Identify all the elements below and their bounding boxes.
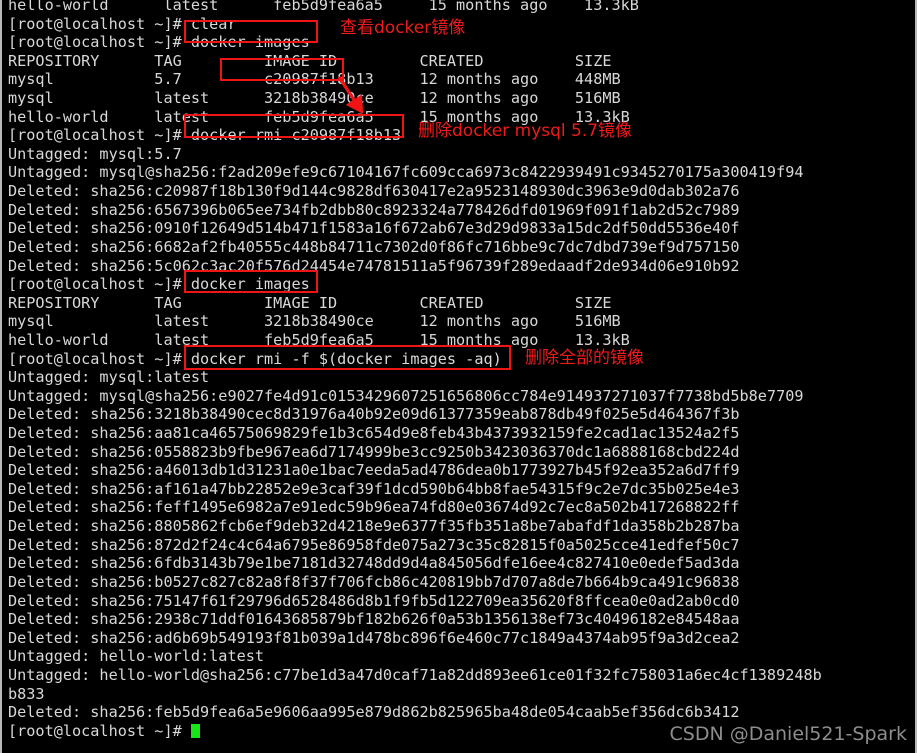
terminal-line: Deleted: sha256:5c062c3ac20f576d24454e74… — [8, 256, 740, 275]
terminal-line: Untagged: mysql:5.7 — [8, 144, 182, 163]
terminal-line: Untagged: hello-world:latest — [8, 647, 265, 666]
terminal-line: Deleted: sha256:b0527c827c82a8f8f37f706f… — [8, 572, 740, 591]
terminal-line: hello-world latest feb5d9fea6a5 15 month… — [8, 0, 639, 14]
terminal-line: Deleted: sha256:872d2f24c4c64a6795e86958… — [8, 535, 740, 554]
terminal-line: Deleted: sha256:75147f61f29796d6528486d8… — [8, 591, 740, 610]
terminal-line: Deleted: sha256:6fdb3143b79e1be7181d3274… — [8, 554, 740, 573]
terminal-line: Deleted: sha256:c20987f18b130f9d144c9828… — [8, 182, 740, 201]
terminal-line: Deleted: sha256:af161a47bb22852e9e3caf39… — [8, 479, 740, 498]
terminal-line: mysql latest 3218b38490ce 12 months ago … — [8, 312, 621, 331]
pointer-arrow-icon — [337, 76, 364, 115]
terminal-line: Untagged: hello-world@sha256:c77be1d3a47… — [8, 665, 822, 684]
terminal-line: Deleted: sha256:6682af2fb40555c448b84711… — [8, 237, 740, 256]
terminal-line: Deleted: sha256:feb5d9fea6a5e9606aa995e8… — [8, 703, 740, 722]
terminal-line: Deleted: sha256:6567396b065ee734fb2dbb80… — [8, 200, 740, 219]
terminal-line: Deleted: sha256:0558823b9fbe967ea6d71749… — [8, 442, 740, 461]
annotation-box-mysql57-image-id — [220, 58, 344, 81]
terminal-line: Deleted: sha256:a46013db1d31231a0e1bac7e… — [8, 461, 740, 480]
terminal-cursor — [190, 723, 201, 738]
terminal-line: Untagged: mysql@sha256:f2ad209efe9c67104… — [8, 163, 804, 182]
annotation-box-docker-rmi-all-command — [184, 345, 511, 370]
terminal-line: mysql latest 3218b38490ce 12 months ago … — [8, 89, 621, 108]
terminal-line: Deleted: sha256:8805862fcb6ef9deb32d4218… — [8, 517, 740, 536]
terminal-line: Deleted: sha256:0910f12649d514b471f1583a… — [8, 219, 740, 238]
annotation-box-docker-images-command-1 — [184, 20, 318, 43]
terminal-line: b833 — [8, 684, 45, 703]
terminal-line: Deleted: sha256:feff1495e6982a7e91edc59b… — [8, 498, 740, 517]
terminal-line: Untagged: mysql:latest — [8, 368, 210, 387]
terminal-window: hello-world latest feb5d9fea6a5 15 month… — [0, 0, 917, 753]
terminal-line: REPOSITORY TAG IMAGE ID CREATED SIZE — [8, 51, 612, 70]
terminal-line: Deleted: sha256:ad6b69b549193f81b039a1d4… — [8, 628, 740, 647]
annotation-delete-all: 删除全部的镜像 — [525, 348, 644, 368]
terminal-line: REPOSITORY TAG IMAGE ID CREATED SIZE — [8, 293, 612, 312]
terminal-output[interactable]: hello-world latest feb5d9fea6a5 15 month… — [0, 0, 917, 740]
watermark: CSDN @Daniel521-Spark — [669, 723, 907, 745]
terminal-line: mysql 5.7 c20987f18b13 12 months ago 448… — [8, 70, 621, 89]
annotation-view-images: 查看docker镜像 — [340, 18, 466, 38]
annotation-box-docker-images-command-2 — [184, 270, 318, 293]
terminal-line: Deleted: sha256:2938c71ddf01643685879bf1… — [8, 610, 740, 629]
terminal-line: Deleted: sha256:3218b38490cec8d31976a40b… — [8, 405, 740, 424]
terminal-line: Untagged: mysql@sha256:e9027fe4d91c01534… — [8, 386, 804, 405]
terminal-line: [root@localhost ~]# docker images — [8, 275, 310, 294]
annotation-delete-mysql57: 删除docker mysql 5.7镜像 — [418, 121, 633, 141]
terminal-line: Deleted: sha256:aa81ca46575069829fe1b3c6… — [8, 424, 740, 443]
